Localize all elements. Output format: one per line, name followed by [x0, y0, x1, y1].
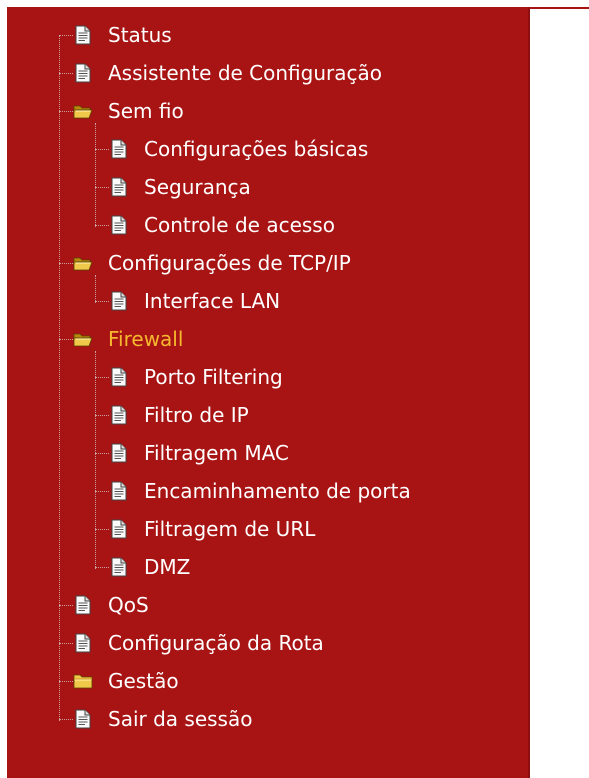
- menu-folder-management[interactable]: Gestão: [73, 666, 179, 696]
- tree-branch: [95, 529, 109, 530]
- tree-branch: [59, 73, 73, 74]
- page-icon: [73, 63, 93, 83]
- folder-open-icon[interactable]: [73, 329, 93, 349]
- menu-item-firewall-dmz-label[interactable]: DMZ: [144, 552, 190, 582]
- page-icon: [109, 139, 129, 159]
- menu-item-firewall-mac-filter[interactable]: Filtragem MAC: [109, 438, 289, 468]
- sidebar-right-border: [528, 7, 530, 778]
- menu-folder-tcpip[interactable]: Configurações de TCP/IP: [73, 248, 351, 278]
- menu-item-firewall-port-filtering[interactable]: Porto Filtering: [109, 362, 283, 392]
- menu-item-route-label[interactable]: Configuração da Rota: [108, 628, 324, 658]
- menu-item-wireless-access-control-label[interactable]: Controle de acesso: [144, 210, 335, 240]
- tree-branch: [59, 681, 73, 682]
- page-icon: [73, 25, 93, 45]
- tree-branch: [95, 415, 109, 416]
- menu-item-firewall-ip-filter[interactable]: Filtro de IP: [109, 400, 249, 430]
- menu-item-wizard[interactable]: Assistente de Configuração: [73, 58, 382, 88]
- folder-closed-icon[interactable]: [73, 671, 93, 691]
- menu-item-status-label[interactable]: Status: [108, 20, 172, 50]
- page-icon: [109, 291, 129, 311]
- page-icon: [109, 177, 129, 197]
- menu-folder-firewall-label[interactable]: Firewall: [108, 324, 183, 354]
- menu-item-firewall-port-forwarding[interactable]: Encaminhamento de porta: [109, 476, 411, 506]
- tree-branch: [95, 453, 109, 454]
- page-icon: [109, 519, 129, 539]
- tree-line-tcpip: [95, 275, 96, 303]
- menu-item-wireless-access-control[interactable]: Controle de acesso: [109, 210, 335, 240]
- menu-item-firewall-mac-filter-label[interactable]: Filtragem MAC: [144, 438, 289, 468]
- tree-branch: [95, 187, 109, 188]
- menu-item-route[interactable]: Configuração da Rota: [73, 628, 324, 658]
- tree-branch: [95, 377, 109, 378]
- menu-folder-wireless[interactable]: Sem fio: [73, 96, 184, 126]
- tree-branch: [59, 719, 73, 720]
- page-icon: [109, 367, 129, 387]
- tree-line-wireless: [95, 123, 96, 227]
- tree-branch: [95, 149, 109, 150]
- tree-line-root: [59, 35, 60, 721]
- tree-branch: [59, 111, 73, 112]
- tree-branch: [59, 339, 73, 340]
- menu-item-wizard-label[interactable]: Assistente de Configuração: [108, 58, 382, 88]
- folder-open-icon[interactable]: [73, 253, 93, 273]
- tree-line-firewall: [95, 351, 96, 569]
- menu-item-firewall-dmz[interactable]: DMZ: [109, 552, 190, 582]
- menu-item-wireless-security-label[interactable]: Segurança: [144, 172, 251, 202]
- tree-branch: [59, 643, 73, 644]
- page-icon: [109, 557, 129, 577]
- page-icon: [109, 405, 129, 425]
- tree-branch: [95, 491, 109, 492]
- menu-item-firewall-port-filtering-label[interactable]: Porto Filtering: [144, 362, 283, 392]
- menu-item-firewall-url-filter[interactable]: Filtragem de URL: [109, 514, 315, 544]
- menu-folder-firewall[interactable]: Firewall: [73, 324, 183, 354]
- menu-item-wireless-security[interactable]: Segurança: [109, 172, 251, 202]
- menu-folder-management-label[interactable]: Gestão: [108, 666, 179, 696]
- page-icon: [73, 709, 93, 729]
- page-icon: [109, 215, 129, 235]
- sidebar-nav: Status Assistente de Configuração Sem fi…: [7, 7, 529, 778]
- menu-item-qos-label[interactable]: QoS: [108, 590, 149, 620]
- menu-item-firewall-ip-filter-label[interactable]: Filtro de IP: [144, 400, 249, 430]
- page-icon: [73, 633, 93, 653]
- folder-open-icon[interactable]: [73, 101, 93, 121]
- menu-item-firewall-port-forwarding-label[interactable]: Encaminhamento de porta: [144, 476, 411, 506]
- menu-folder-wireless-label[interactable]: Sem fio: [108, 96, 184, 126]
- tree-branch: [95, 567, 109, 568]
- menu-item-logout[interactable]: Sair da sessão: [73, 704, 252, 734]
- page-icon: [73, 595, 93, 615]
- tree-branch: [59, 605, 73, 606]
- menu-item-wireless-basic[interactable]: Configurações básicas: [109, 134, 368, 164]
- tree-branch: [59, 263, 73, 264]
- menu-item-firewall-url-filter-label[interactable]: Filtragem de URL: [144, 514, 315, 544]
- menu-item-logout-label[interactable]: Sair da sessão: [108, 704, 252, 734]
- menu-item-tcpip-lan[interactable]: Interface LAN: [109, 286, 280, 316]
- menu-folder-tcpip-label[interactable]: Configurações de TCP/IP: [108, 248, 351, 278]
- menu-item-qos[interactable]: QoS: [73, 590, 149, 620]
- tree-branch: [59, 35, 73, 36]
- tree-branch: [95, 225, 109, 226]
- page-icon: [109, 443, 129, 463]
- content-top-border: [529, 7, 589, 9]
- tree-branch: [95, 301, 109, 302]
- page-icon: [109, 481, 129, 501]
- menu-item-wireless-basic-label[interactable]: Configurações básicas: [144, 134, 368, 164]
- menu-item-status[interactable]: Status: [73, 20, 172, 50]
- menu-item-tcpip-lan-label[interactable]: Interface LAN: [144, 286, 280, 316]
